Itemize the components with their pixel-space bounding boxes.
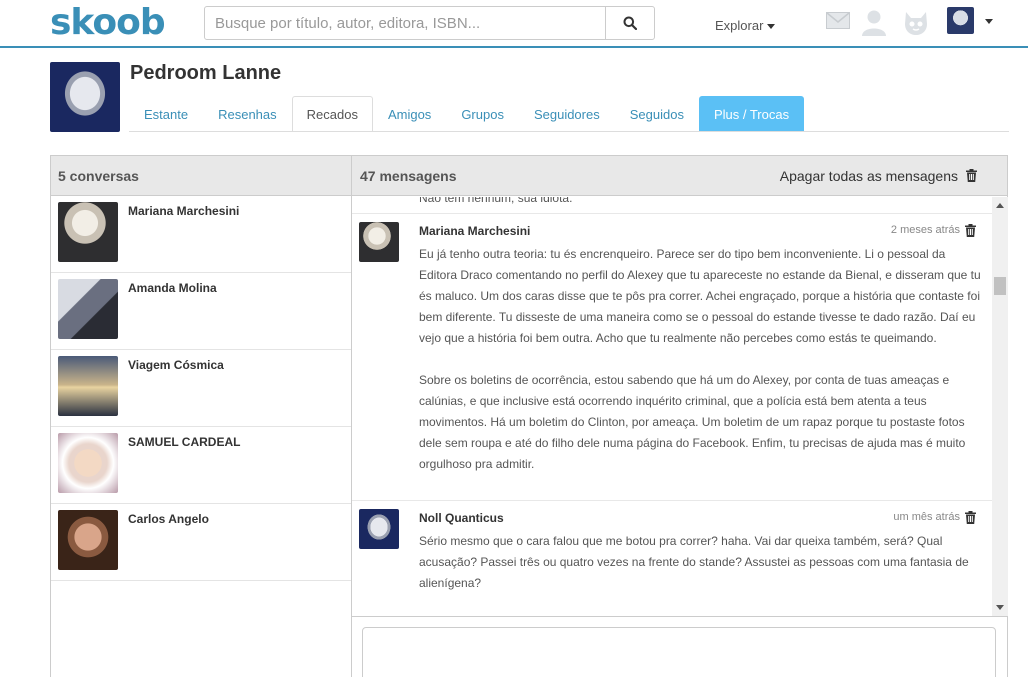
mail-icon[interactable] [826,12,850,29]
trash-icon [966,169,977,182]
compose-area [352,616,1007,677]
message-item: Mariana Marchesini 2 meses atrás Eu já t… [352,213,992,500]
message-author[interactable]: Mariana Marchesini [419,224,530,238]
list-item[interactable]: Viagem Cósmica [51,350,352,427]
tab-grupos[interactable]: Grupos [446,96,519,132]
messages-scrollbar[interactable] [992,197,1008,616]
search-button[interactable] [605,7,654,39]
profile-name[interactable]: Pedroom Lanne [130,62,281,85]
message-time: 2 meses atrás [890,224,960,236]
tab-resenhas[interactable]: Resenhas [203,96,292,132]
explorar-label: Explorar [715,18,764,33]
search-box [204,6,655,40]
search-input[interactable] [205,7,605,39]
list-item[interactable]: Amanda Molina [51,273,352,350]
message-body: Eu já tenho outra teoria: tu és encrenqu… [419,247,981,471]
conversations-panel: 5 conversas Mariana Marchesini Amanda Mo… [50,155,352,677]
conversation-name: Amanda Molina [128,281,217,295]
avatar [58,433,118,493]
conversation-name: SAMUEL CARDEAL [128,435,241,449]
message-input[interactable] [362,627,996,677]
trash-icon[interactable] [965,511,976,524]
avatar [58,510,118,570]
messages-list: Não tem nenhum, sua idiota. Mariana Marc… [352,197,992,616]
chevron-down-icon [767,24,776,30]
conversation-name: Viagem Cósmica [128,358,224,372]
conversation-name: Mariana Marchesini [128,204,240,218]
scroll-down-arrow[interactable] [996,605,1004,610]
trash-icon[interactable] [965,224,976,237]
explorar-menu[interactable]: Explorar [715,18,776,33]
message-time: um mês atrás [893,511,960,523]
profile-avatar[interactable] [50,62,120,132]
delete-all-button[interactable]: Apagar todas as mensagens [780,168,977,184]
cat-icon[interactable] [902,8,930,36]
message-text-partial: Não tem nenhum, sua idiota. [419,197,573,205]
chevron-down-icon[interactable] [985,19,993,24]
tab-estante[interactable]: Estante [129,96,203,132]
list-item[interactable]: SAMUEL CARDEAL [51,427,352,504]
list-item[interactable]: Carlos Angelo [51,504,352,581]
tab-plus-trocas[interactable]: Plus / Trocas [698,96,805,132]
top-header: skoob Explorar [0,0,1028,48]
avatar [58,279,118,339]
conversation-name: Carlos Angelo [128,512,209,526]
message-item: Noll Quanticus um mês atrás Sério mesmo … [352,500,992,616]
avatar[interactable] [359,222,399,262]
tab-seguidores[interactable]: Seguidores [519,96,615,132]
avatar [58,356,118,416]
avatar[interactable] [359,509,399,549]
messages-header: 47 mensagens Apagar todas as mensagens [352,156,1007,196]
profile-tabs: Estante Resenhas Recados Amigos Grupos S… [129,96,805,132]
messages-panel: 47 mensagens Apagar todas as mensagens N… [351,155,1008,677]
message-body: Sério mesmo que o cara falou que me boto… [419,534,969,590]
tab-seguidos[interactable]: Seguidos [615,96,699,132]
search-icon [623,16,637,30]
avatar[interactable] [947,7,974,34]
user-icon[interactable] [860,8,888,36]
skoob-logo[interactable]: skoob [50,2,166,43]
tab-recados[interactable]: Recados [291,96,373,132]
messages-count: 47 mensagens [360,167,457,184]
delete-all-label: Apagar todas as mensagens [779,167,958,184]
conversations-count: 5 conversas [51,156,352,196]
tab-amigos[interactable]: Amigos [373,96,446,132]
tab-divider [129,131,1009,132]
list-item[interactable]: Mariana Marchesini [51,196,352,273]
scroll-up-arrow[interactable] [996,203,1004,208]
scrollbar-thumb[interactable] [994,277,1006,295]
avatar [58,202,118,262]
message-author[interactable]: Noll Quanticus [419,511,504,525]
